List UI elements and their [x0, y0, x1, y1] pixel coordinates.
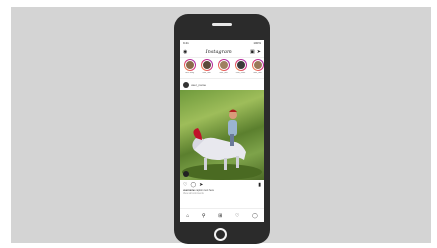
story-name: Your Story	[184, 72, 195, 74]
story-ring	[251, 59, 264, 71]
status-time: 9:41	[183, 41, 189, 45]
story-item[interactable]: Your Story	[183, 59, 196, 78]
story-item[interactable]: user_four	[251, 59, 264, 78]
story-item[interactable]: user_two	[217, 59, 230, 78]
stories-row: Your Story user_one user_two user_three user…	[180, 59, 264, 79]
app-screen: 9:41 100% ◉ Instagram ▣ ➤ Your Story user…	[180, 40, 264, 222]
post-actions: ♡ ◯ ➤ ▮	[180, 181, 264, 189]
story-name: user_two	[219, 72, 228, 74]
story-avatar	[252, 60, 263, 70]
post-caption: username caption text here View all comm…	[183, 189, 261, 195]
horse-mane	[193, 128, 202, 140]
story-ring	[200, 59, 213, 71]
story-avatar	[218, 60, 229, 70]
post-image-illustration	[182, 109, 262, 180]
post-username[interactable]: user_name	[191, 83, 206, 87]
story-item[interactable]: user_one	[200, 59, 213, 78]
rider-leg	[230, 134, 234, 146]
story-name: user_three	[235, 72, 246, 74]
view-comments-link[interactable]: View all comments	[183, 192, 204, 195]
story-avatar	[184, 60, 195, 70]
rider-body	[228, 120, 237, 136]
phone-mockup: 9:41 100% ◉ Instagram ▣ ➤ Your Story user…	[174, 14, 270, 244]
heart-icon[interactable]: ♡	[183, 182, 187, 188]
story-avatar	[235, 60, 246, 70]
story-item[interactable]: user_three	[234, 59, 247, 78]
add-post-icon[interactable]: ⊞	[218, 213, 222, 219]
post-image[interactable]	[180, 90, 264, 180]
horse-leg	[236, 156, 239, 168]
status-battery: 100%	[253, 41, 261, 45]
status-bar: 9:41 100%	[180, 40, 264, 46]
ground-shadow	[182, 164, 262, 180]
camera-icon[interactable]: ◉	[183, 49, 187, 55]
app-logo: Instagram	[205, 49, 232, 55]
rider-head	[229, 111, 237, 119]
story-avatar	[201, 60, 212, 70]
comment-icon[interactable]: ◯	[190, 182, 196, 188]
tag-icon	[183, 171, 189, 177]
profile-icon[interactable]: ◯	[252, 213, 258, 219]
phone-speaker	[212, 23, 232, 26]
send-icon[interactable]: ➤	[257, 49, 261, 55]
tv-icon[interactable]: ▣	[250, 49, 255, 55]
story-ring	[183, 59, 196, 71]
horse-leg	[224, 158, 227, 170]
search-icon[interactable]: ⚲	[202, 213, 206, 219]
home-button[interactable]	[214, 228, 227, 241]
bottom-tab-bar: ⌂ ⚲ ⊞ ♡ ◯	[180, 208, 264, 222]
story-ring	[217, 59, 230, 71]
story-ring	[234, 59, 247, 71]
rider-hair	[229, 109, 237, 112]
horse-leg	[204, 158, 207, 170]
activity-icon[interactable]: ♡	[235, 213, 239, 219]
avatar[interactable]	[183, 81, 189, 88]
post-header: user_name	[180, 80, 264, 89]
share-icon[interactable]: ➤	[199, 182, 203, 188]
bookmark-icon[interactable]: ▮	[258, 182, 261, 188]
story-name: user_four	[253, 72, 262, 74]
home-icon[interactable]: ⌂	[186, 213, 189, 219]
top-bar: ◉ Instagram ▣ ➤	[180, 47, 264, 58]
story-name: user_one	[202, 72, 211, 74]
